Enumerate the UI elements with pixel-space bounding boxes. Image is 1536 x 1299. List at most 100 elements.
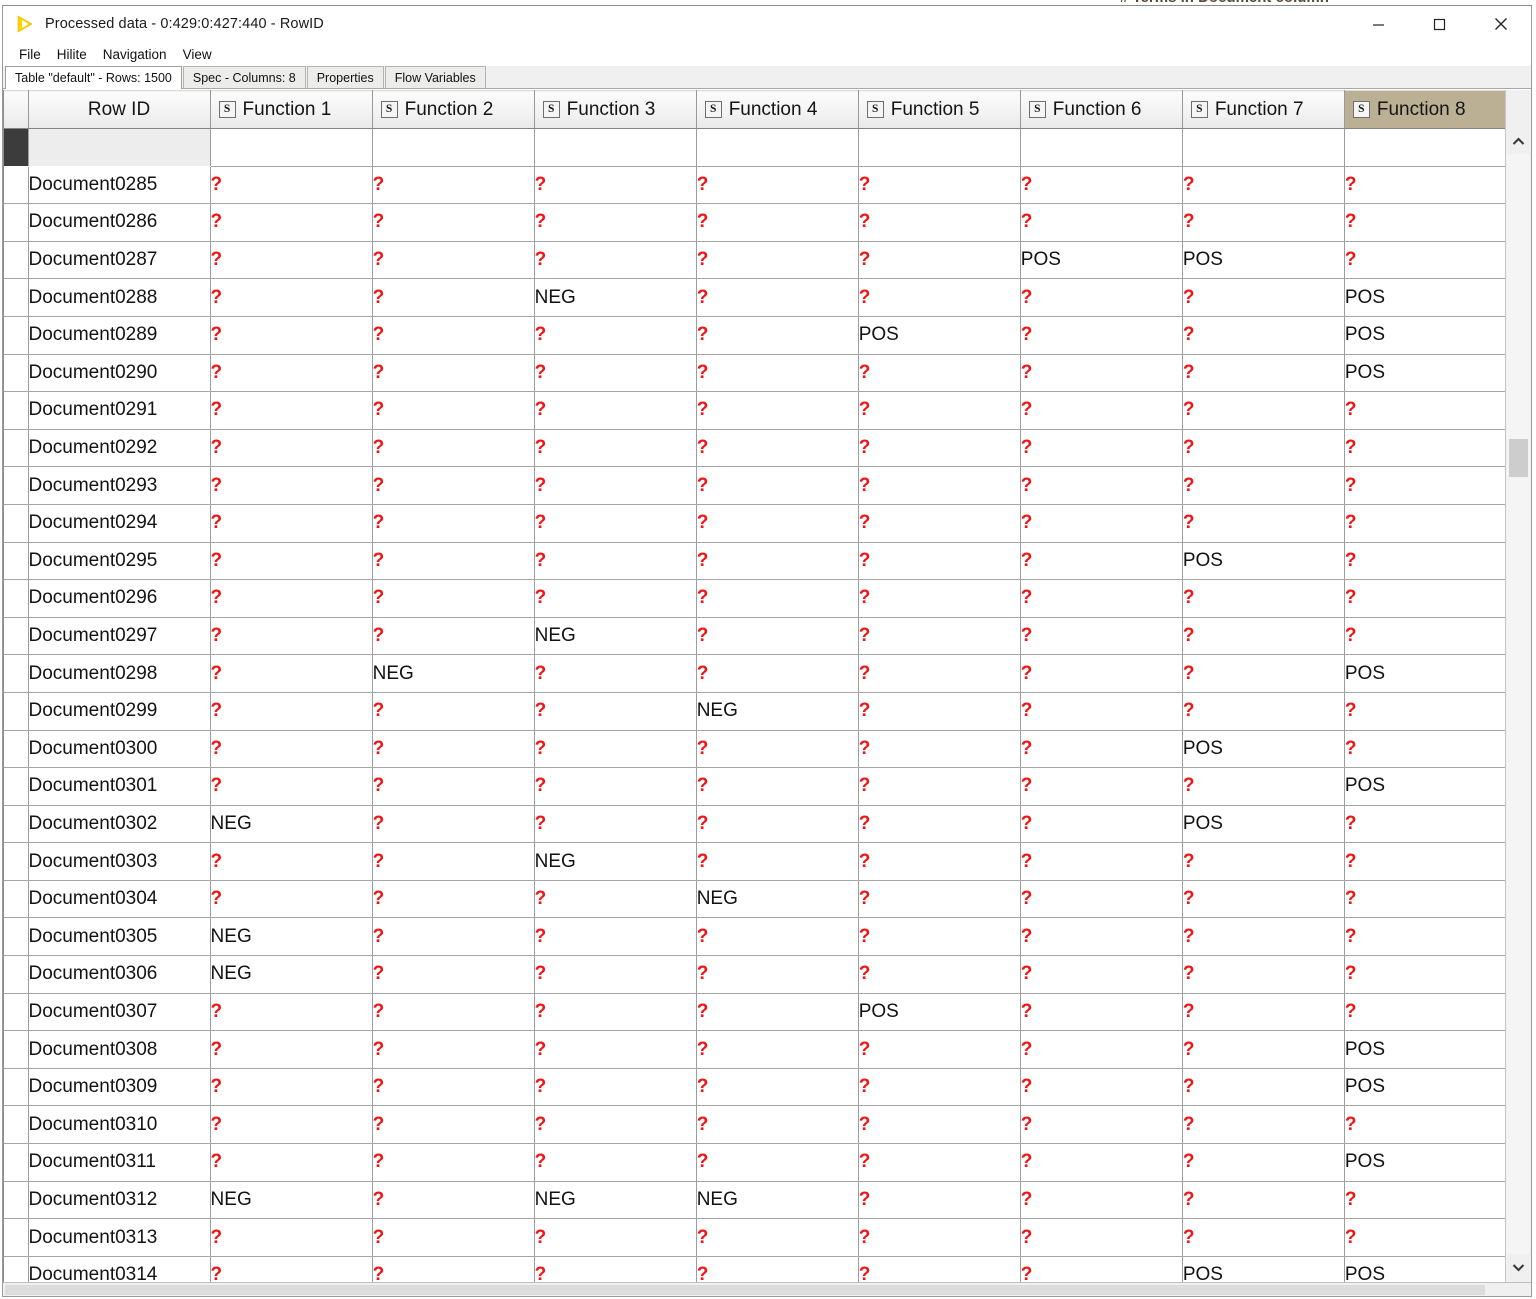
row-gutter[interactable] [4,917,29,957]
table-cell[interactable]: POS [1344,316,1505,355]
table-cell[interactable]: POS [1182,241,1345,280]
table-cell[interactable]: ? [372,1030,535,1069]
table-cell[interactable]: ? [210,1030,373,1069]
row-gutter[interactable] [4,880,29,919]
table-cell[interactable]: ? [858,730,1021,769]
table-cell[interactable]: ? [372,993,535,1032]
row-gutter[interactable] [4,278,29,317]
table-cell[interactable]: NEG [696,1181,859,1220]
table-cell[interactable]: ? [534,767,697,806]
table-cell[interactable]: ? [534,466,697,505]
table-cell[interactable]: ? [858,579,1021,618]
table-cell[interactable]: ? [210,278,373,317]
table-cell[interactable]: ? [1020,617,1183,656]
table-cell[interactable]: ? [534,692,697,731]
table-cell[interactable]: ? [534,1218,697,1257]
table-row[interactable]: Document0295?????? POS? [4,542,1505,581]
table-cell[interactable]: POS [1344,354,1505,393]
chevron-down-icon[interactable] [1506,1254,1531,1280]
header-function-6[interactable]: S Function 6 [1020,90,1183,129]
table-cell[interactable]: ? [210,466,373,505]
row-gutter[interactable] [4,354,29,393]
table-cell[interactable] [1182,128,1345,167]
table-cell[interactable]: ? [1344,692,1505,731]
table-cell[interactable]: ? [1020,1030,1183,1069]
row-gutter[interactable] [4,203,29,242]
scrollbar-track[interactable] [1507,154,1530,1254]
table-cell[interactable]: ? [858,842,1021,881]
table-cell[interactable]: ? [858,767,1021,806]
table-cell[interactable]: ? [696,203,859,242]
table-cell[interactable]: ? [696,842,859,881]
table-cell[interactable]: ? [858,166,1021,205]
table-cell[interactable]: ? [372,391,535,430]
table-cell[interactable]: ? [534,955,697,994]
table-cell[interactable]: ? [372,767,535,806]
table-cell[interactable]: ? [696,1105,859,1145]
table-cell[interactable]: ? [1182,617,1345,656]
table-cell[interactable]: ? [534,917,697,957]
table-cell[interactable]: ? [534,1030,697,1069]
table-cell[interactable]: POS [1182,1256,1345,1282]
table-cell[interactable]: ? [696,767,859,806]
table-cell[interactable]: ? [1182,880,1345,919]
table-row[interactable]: Document0291???????? [4,391,1505,430]
table-cell[interactable]: ? [858,203,1021,242]
table-cell[interactable]: ? [210,354,373,393]
table-cell[interactable]: ? [1344,391,1505,430]
table-cell[interactable]: ? [534,429,697,468]
table-cell[interactable]: ? [534,805,697,844]
table-cell[interactable]: ? [210,203,373,242]
row-gutter[interactable] [4,466,29,505]
row-gutter[interactable] [4,1181,29,1220]
table-cell[interactable]: ? [1344,1218,1505,1257]
table-cell[interactable]: ? [534,1105,697,1145]
table-cell[interactable]: ? [1182,166,1345,205]
table-cell[interactable]: ? [1344,466,1505,505]
table-cell[interactable]: ? [1020,805,1183,844]
table-cell[interactable]: ? [1344,1105,1505,1145]
table-row[interactable]: Document0305 NEG??????? [4,917,1505,957]
row-gutter[interactable] [4,842,29,881]
table-cell[interactable]: ? [1020,278,1183,317]
row-gutter[interactable] [4,1068,29,1107]
table-cell[interactable]: ? [1182,579,1345,618]
table-row[interactable]: Document0297?? NEG????? [4,617,1505,656]
table-cell[interactable]: ? [1020,1256,1183,1282]
table-row[interactable]: Document0299??? NEG???? [4,692,1505,731]
table-row[interactable]: Document0294???????? [4,504,1505,543]
table-cell[interactable]: ? [858,278,1021,317]
table-cell[interactable] [858,128,1021,167]
table-cell[interactable]: ? [1344,842,1505,881]
table-row[interactable]: Document0287????? POS POS? [4,241,1505,280]
table-cell[interactable]: ? [1020,767,1183,806]
table-cell[interactable]: ? [210,880,373,919]
table-cell[interactable]: ? [1182,917,1345,957]
table-cell[interactable]: ? [1182,1218,1345,1257]
table-cell[interactable]: ? [858,241,1021,280]
table-cell[interactable]: ? [1020,1068,1183,1107]
table-cell[interactable]: ? [210,391,373,430]
table-cell[interactable]: ? [858,1105,1021,1145]
row-gutter[interactable] [4,1143,29,1182]
table-cell[interactable]: NEG [534,1181,697,1220]
table-cell[interactable]: ? [372,880,535,919]
table-cell[interactable]: ? [858,617,1021,656]
row-gutter[interactable] [4,617,29,656]
table-cell[interactable]: ? [1182,654,1345,693]
table-cell[interactable]: ? [1182,504,1345,543]
table-cell[interactable]: ? [1020,917,1183,957]
table-cell[interactable]: ? [372,429,535,468]
table-cell[interactable]: ? [1020,1218,1183,1257]
table-cell[interactable]: ? [210,166,373,205]
table-cell[interactable]: ? [534,203,697,242]
table-cell[interactable]: NEG [534,278,697,317]
table-cell[interactable]: ? [372,241,535,280]
table-cell[interactable]: ? [372,1143,535,1182]
table-cell[interactable]: ? [1020,842,1183,881]
maximize-button[interactable] [1409,6,1470,42]
table-cell[interactable]: POS [858,993,1021,1032]
table-cell[interactable]: ? [696,354,859,393]
row-gutter[interactable] [4,241,29,280]
table-cell[interactable]: ? [210,654,373,693]
